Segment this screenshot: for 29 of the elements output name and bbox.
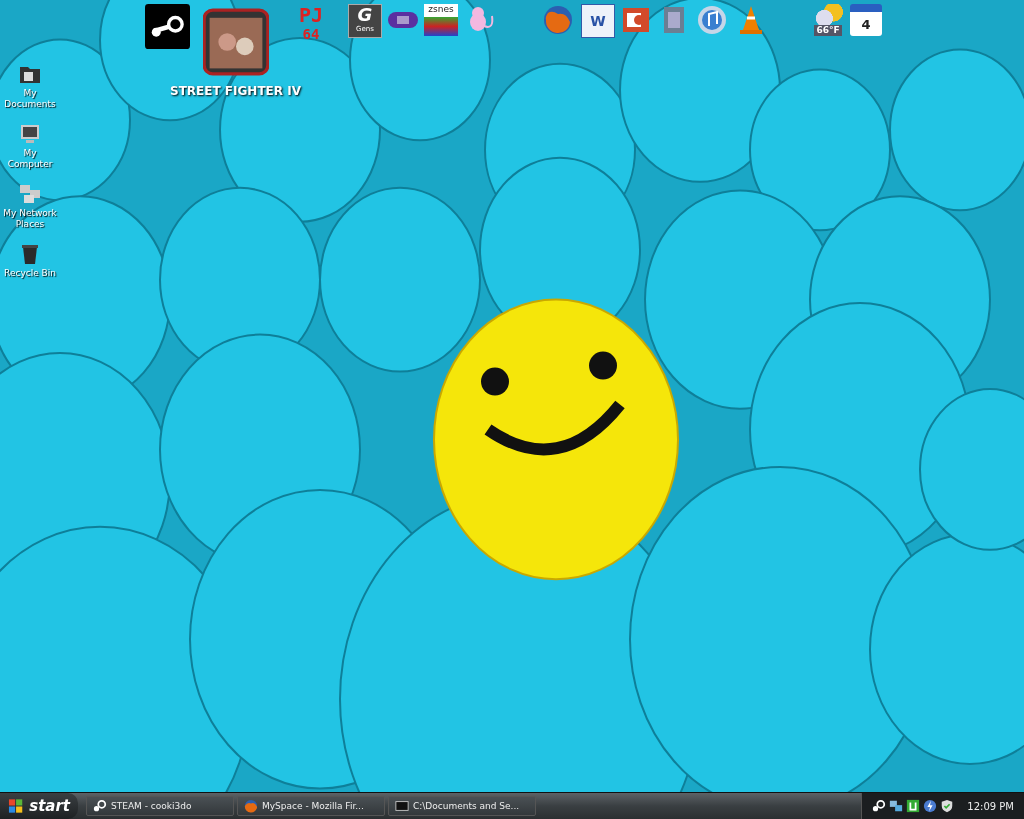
icon-text: PJ xyxy=(298,4,324,26)
music-icon[interactable] xyxy=(696,4,728,36)
steam-icon[interactable] xyxy=(872,799,887,813)
document-icon[interactable]: W xyxy=(581,4,615,38)
steam-icon[interactable] xyxy=(145,4,190,49)
emulator-icon[interactable]: zsnes xyxy=(424,4,458,36)
bolt-icon[interactable] xyxy=(923,799,938,813)
torrent-icon[interactable] xyxy=(906,799,921,813)
windows-flag-icon xyxy=(8,798,24,814)
icon-text: 64 xyxy=(302,26,320,42)
taskbar-button[interactable]: C:\Documents and Se... xyxy=(388,796,536,816)
icon-text: zsnes xyxy=(428,4,454,16)
icon-text: G xyxy=(357,5,373,25)
network-icon[interactable] xyxy=(889,799,904,813)
taskbar-button[interactable]: MySpace - Mozilla Fir... xyxy=(237,796,385,816)
game-title-label: STREET FIGHTER IV xyxy=(170,84,301,98)
taskbar-button[interactable]: STEAM - cooki3do xyxy=(86,796,234,816)
icon-text: W xyxy=(590,13,606,29)
clock: 12:09 PM xyxy=(967,800,1014,812)
start-button[interactable]: start xyxy=(0,793,78,819)
browser-icon xyxy=(244,799,258,813)
game-cover-icon[interactable] xyxy=(203,6,269,78)
calendar-icon[interactable]: 4 xyxy=(850,4,882,36)
computer-icon[interactable] xyxy=(18,122,42,146)
shield-icon[interactable] xyxy=(940,799,955,813)
icon-text: 66°F xyxy=(814,25,842,36)
steam-icon xyxy=(93,799,107,813)
icon-text: 4 xyxy=(861,16,871,32)
console-window-icon xyxy=(395,799,409,813)
